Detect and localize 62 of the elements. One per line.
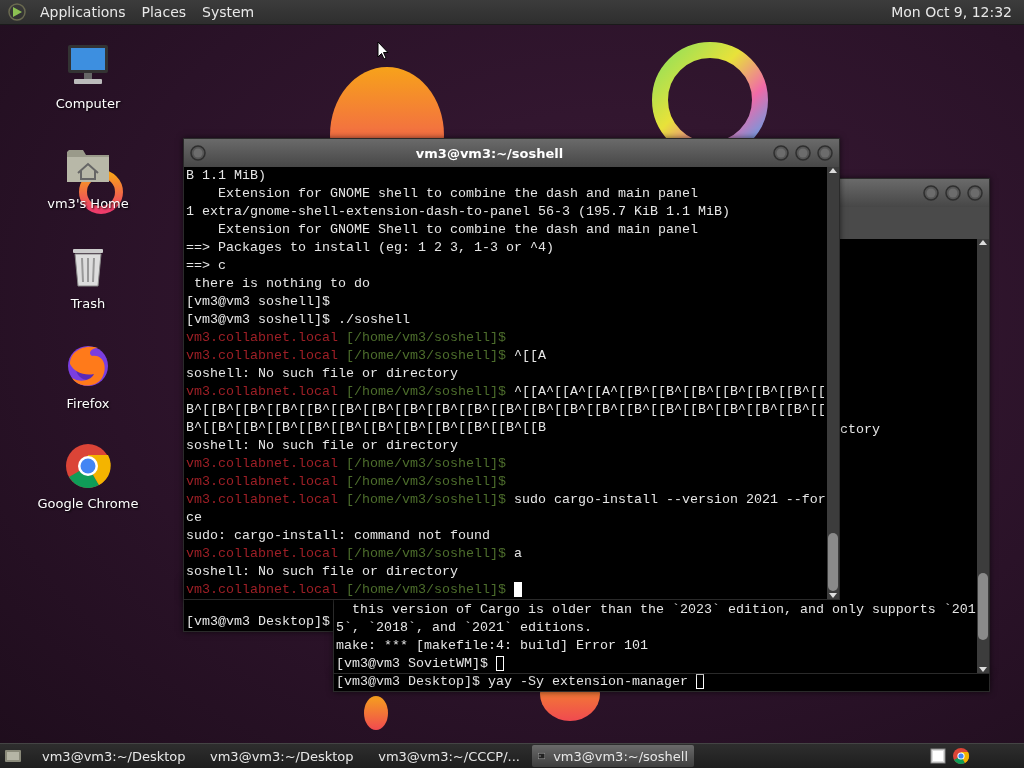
scrollbar-thumb[interactable] bbox=[978, 573, 988, 640]
window-control-icon[interactable] bbox=[773, 145, 789, 161]
window-control-icon[interactable] bbox=[923, 185, 939, 201]
terminal-line: B^[[B^[[B^[[B^[[B^[[B^[[B^[[B^[[B^[[B^[[B^[[B bbox=[186, 419, 546, 437]
terminal-line: B 1.1 MiB) bbox=[186, 167, 266, 185]
terminal-line: there is nothing to do bbox=[193, 275, 370, 293]
terminal-line: soshell: No such file or directory bbox=[186, 365, 458, 383]
terminal-line: this version of Cargo is older than the `2023` edition, and only supports `201 bbox=[351, 601, 976, 619]
terminal-line: B^[[B^[[B^[[B^[[B^[[B^[[B^[[B^[[B^[[B^[[B^[[B^[[B^[[B^[[B^[[B^[[B^[[B^[[B^[[B^[[ bbox=[186, 401, 826, 419]
terminal-line: vm3.collabnet.local [/home/vm3/soshell]$ bbox=[186, 455, 506, 473]
window-control-icon[interactable] bbox=[817, 145, 833, 161]
terminal-line: [vm3@vm3 SovietWM]$ bbox=[336, 655, 488, 673]
terminal-line: vm3.collabnet.local [/home/vm3/soshell]$ a bbox=[186, 545, 522, 563]
taskbar-button[interactable]: vm3@vm3:~/soshell bbox=[532, 745, 694, 767]
icon-label[interactable]: Google Chrome bbox=[37, 496, 139, 511]
terminal-line: 1 extra/gnome-shell-extension-dash-to-panel 56-3 (195.7 KiB 1.1 MiB) bbox=[186, 203, 730, 221]
browser-icon[interactable] bbox=[952, 747, 970, 765]
clock[interactable]: Mon Oct 9, 12:32 bbox=[887, 2, 1016, 22]
window-icon[interactable] bbox=[930, 747, 946, 765]
terminal-line: vm3.collabnet.local [/home/vm3/soshell]$ bbox=[186, 581, 506, 599]
terminal-line: [vm3@vm3 Desktop]$ bbox=[186, 613, 330, 631]
terminal-line: [vm3@vm3 soshell]$ bbox=[186, 293, 330, 311]
scrollbar[interactable] bbox=[827, 167, 839, 599]
show-desktop-icon[interactable] bbox=[4, 747, 22, 765]
terminal-line: ==> Packages to install (eg: 1 2 3, 1-3 or ^4) bbox=[186, 239, 554, 257]
scrollbar[interactable] bbox=[977, 239, 989, 673]
terminal-line: vm3.collabnet.local [/home/vm3/soshell]$ bbox=[186, 473, 506, 491]
scrollbar-thumb[interactable] bbox=[828, 532, 838, 591]
taskbar-button[interactable]: vm3@vm3:~/Desktop bbox=[28, 745, 190, 767]
terminal-line: vm3.collabnet.local [/home/vm3/soshell]$ ^[[A^[[A^[[A^[[B^[[B^[[B^[[B^[[B^[[B^[[ bbox=[186, 383, 826, 401]
icon-label[interactable]: Trash bbox=[70, 296, 106, 311]
window-control-icon[interactable] bbox=[190, 145, 206, 161]
terminal-line: make: *** [makefile:4: build] Error 101 bbox=[336, 637, 648, 655]
taskbar-button[interactable]: vm3@vm3:~/CCCP/... bbox=[364, 745, 526, 767]
taskbar-button[interactable]: vm3@vm3:~/Desktop bbox=[196, 745, 358, 767]
window-title: vm3@vm3:~/soshell bbox=[414, 145, 565, 161]
window-control-icon[interactable] bbox=[967, 185, 983, 201]
menu-item[interactable]: System bbox=[200, 2, 257, 22]
terminal-line: Extension for GNOME shell to combine the dash and main panel bbox=[217, 185, 698, 203]
terminal-line: ==> c bbox=[186, 257, 226, 275]
terminal-line: vm3.collabnet.local [/home/vm3/soshell]$ sudo cargo-install --version 2021 --for bbox=[186, 491, 826, 509]
logo-icon[interactable] bbox=[8, 3, 26, 21]
terminal-line: Extension for GNOME Shell to combine the dash and main panel bbox=[217, 221, 698, 239]
menu-item[interactable]: Places bbox=[139, 2, 189, 22]
window-control-icon[interactable] bbox=[795, 145, 811, 161]
terminal-line: ctory bbox=[840, 421, 880, 439]
terminal-line: [vm3@vm3 Desktop]$ yay -Sy extension-manager bbox=[336, 673, 688, 691]
terminal-line: vm3.collabnet.local [/home/vm3/soshell]$ bbox=[186, 329, 506, 347]
browser-icon[interactable] bbox=[64, 442, 112, 490]
terminal-line: soshell: No such file or directory bbox=[186, 563, 458, 581]
terminal-line: 5`, `2018`, and `2021` editions. bbox=[336, 619, 592, 637]
icon-label[interactable]: Firefox bbox=[66, 396, 110, 411]
terminal-line: vm3.collabnet.local [/home/vm3/soshell]$ ^[[A bbox=[186, 347, 546, 365]
terminal-line: sudo: cargo-install: command not found bbox=[186, 527, 490, 545]
terminal-line: ce bbox=[186, 509, 202, 527]
window-control-icon[interactable] bbox=[945, 185, 961, 201]
mouse-pointer-icon bbox=[377, 41, 389, 60]
terminal-icon bbox=[538, 750, 546, 762]
terminal-line: soshell: No such file or directory bbox=[186, 437, 458, 455]
terminal-line: [vm3@vm3 soshell]$ ./soshell bbox=[186, 311, 410, 329]
menu-item[interactable]: Applications bbox=[38, 2, 128, 22]
icon-label[interactable]: Computer bbox=[55, 96, 121, 111]
